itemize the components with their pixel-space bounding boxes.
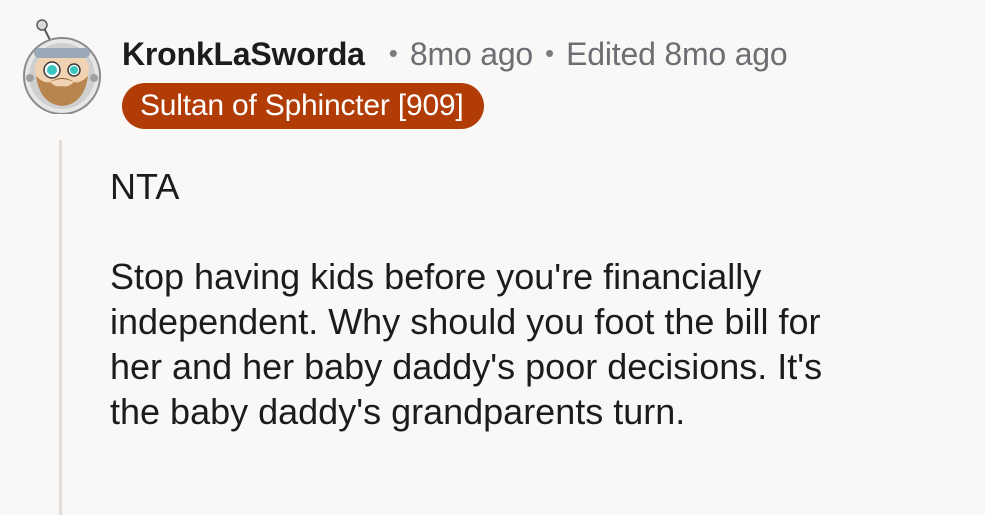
- comment-text-line: independent. Why should you foot the bil…: [110, 301, 821, 342]
- comment-text-line: Stop having kids before you're financial…: [110, 256, 762, 297]
- separator-dot: •: [388, 37, 398, 68]
- astronaut-avatar-icon: [23, 19, 101, 115]
- comment-body: NTA Stop having kids before you're finan…: [110, 164, 970, 434]
- thread-line[interactable]: [59, 140, 62, 515]
- edited-time: Edited 8mo ago: [566, 35, 788, 72]
- comment-paragraph: NTA: [110, 166, 180, 207]
- comment: KronkLaSworda • 8mo ago • Edited 8mo ago…: [0, 0, 985, 515]
- comment-paragraph: Stop having kids before you're financial…: [110, 254, 970, 434]
- user-avatar[interactable]: [16, 18, 108, 115]
- user-flair: Sultan of Sphincter [909]: [122, 83, 484, 129]
- comment-text-line: the baby daddy's grandparents turn.: [110, 391, 686, 432]
- separator-dot: •: [545, 37, 555, 68]
- posted-time[interactable]: 8mo ago: [410, 36, 533, 73]
- comment-header: KronkLaSworda • 8mo ago • Edited 8mo ago: [122, 30, 788, 78]
- author-username[interactable]: KronkLaSworda: [122, 36, 365, 73]
- comment-text-line: her and her baby daddy's poor decisions.…: [110, 346, 823, 387]
